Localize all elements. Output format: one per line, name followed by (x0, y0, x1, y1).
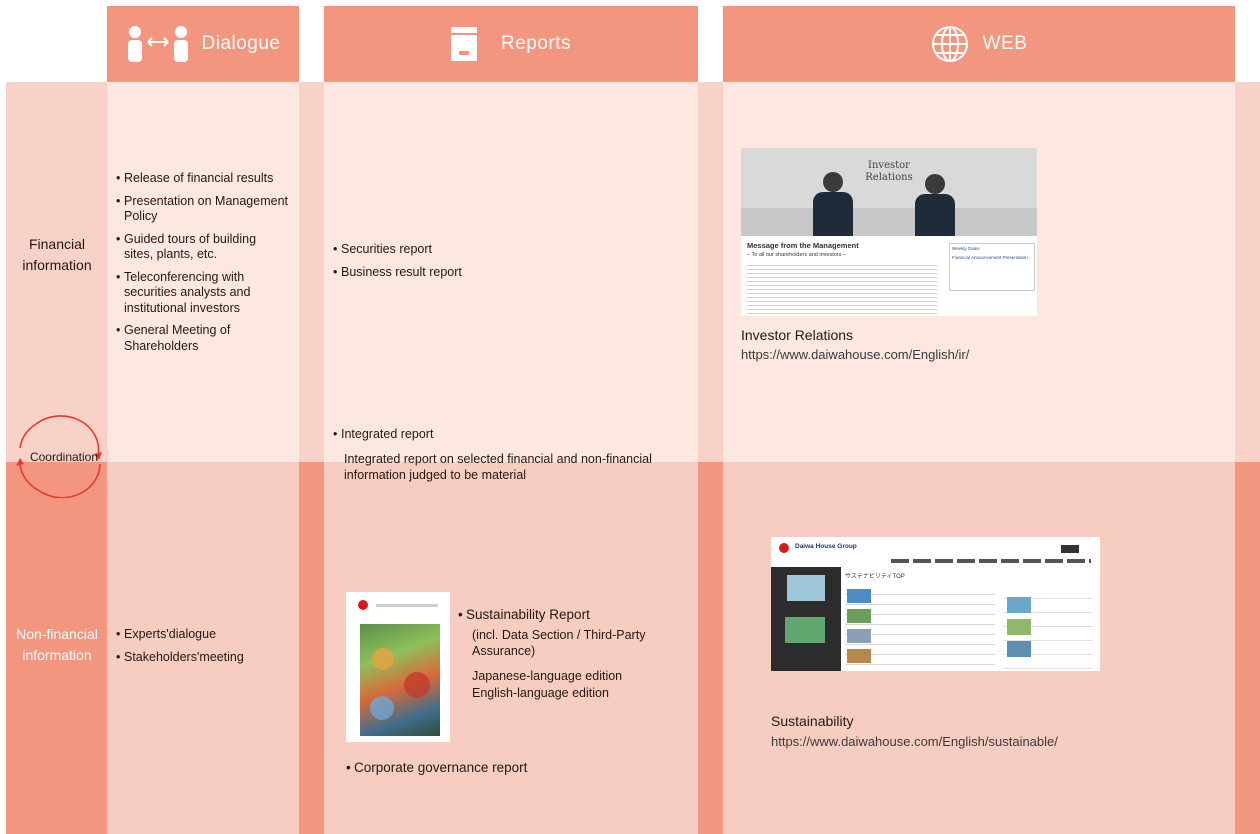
web-header: WEB (723, 6, 1235, 82)
financial-dialogue-list: Release of financial results Presentatio… (116, 171, 288, 361)
sustainability-screenshot: Daiwa House Group サステナビリティTOP (771, 537, 1100, 671)
web-header-label: WEB (982, 33, 1028, 54)
list-item: Securities report (333, 242, 673, 258)
integrated-report-item: Integrated report (333, 427, 683, 450)
globe-icon (931, 25, 969, 63)
list-item: Stakeholders'meeting (116, 650, 292, 666)
screenshot-sidebar-item: Financial Announcement Presentation (952, 255, 1028, 260)
list-item: Guided tours of building sites, plants, … (116, 232, 288, 263)
list-item: General Meeting of Shareholders (116, 323, 288, 354)
financial-reports-list: Securities report Business result report (333, 242, 673, 287)
two-people-exchange-icon (126, 24, 190, 64)
list-item: Experts'dialogue (116, 627, 292, 643)
screenshot-sidebar: Weekly Dates Financial Announcement Pres… (949, 243, 1035, 291)
list-item: Business result report (333, 265, 673, 281)
list-item: Sustainability Report (458, 607, 688, 623)
reports-header: Reports (324, 6, 698, 82)
dialogue-header-label: Dialogue (201, 33, 281, 54)
reports-header-label: Reports (500, 33, 572, 54)
sustainability-report-detail: (incl. Data Section / Third-Party Assura… (472, 628, 646, 658)
screenshot-heading: Message from the Management (747, 241, 859, 250)
sustainability-title: Sustainability (771, 713, 854, 729)
list-item: Corporate governance report (346, 760, 646, 776)
coordination-label: Coordination (29, 450, 99, 464)
sustainability-report-detail: Japanese-language edition (472, 669, 623, 683)
investor-relations-url[interactable]: https://www.daiwahouse.com/English/ir/ (741, 347, 969, 363)
screenshot-brand: Daiwa House Group (795, 543, 857, 550)
investor-relations-screenshot: Investor Relations Message from the Mana… (741, 148, 1037, 316)
list-item: Presentation on Management Policy (116, 194, 288, 225)
nonfinancial-dialogue-list: Experts'dialogue Stakeholders'meeting (116, 627, 292, 672)
list-item: Integrated report (333, 427, 683, 443)
investor-relations-title: Investor Relations (741, 327, 854, 343)
list-item: Release of financial results (116, 171, 288, 187)
screenshot-body-text (747, 262, 937, 316)
integrated-report-description: Integrated report on selected financial … (344, 452, 652, 482)
screenshot-subheading: – To all our shareholders and investors … (747, 252, 846, 258)
screenshot-page-title: サステナビリティTOP (845, 574, 905, 580)
screenshot-title: Investor Relations (865, 160, 913, 183)
coordination-cycle: Coordination (8, 414, 108, 499)
dialogue-header: Dialogue (107, 6, 299, 82)
sustainability-url[interactable]: https://www.daiwahouse.com/English/susta… (771, 734, 1058, 750)
sustainability-report-cover (346, 592, 450, 742)
list-item: Teleconferencing with securities analyst… (116, 270, 288, 317)
nonfinancial-information-label: Non-financial information (16, 626, 98, 663)
governance-report-item: Corporate governance report (346, 760, 646, 783)
screenshot-sidebar-title: Weekly Dates (952, 246, 980, 251)
financial-information-label: Financial information (22, 236, 92, 273)
sustainability-report-detail: English-language edition (472, 686, 609, 700)
document-icon (450, 27, 477, 61)
